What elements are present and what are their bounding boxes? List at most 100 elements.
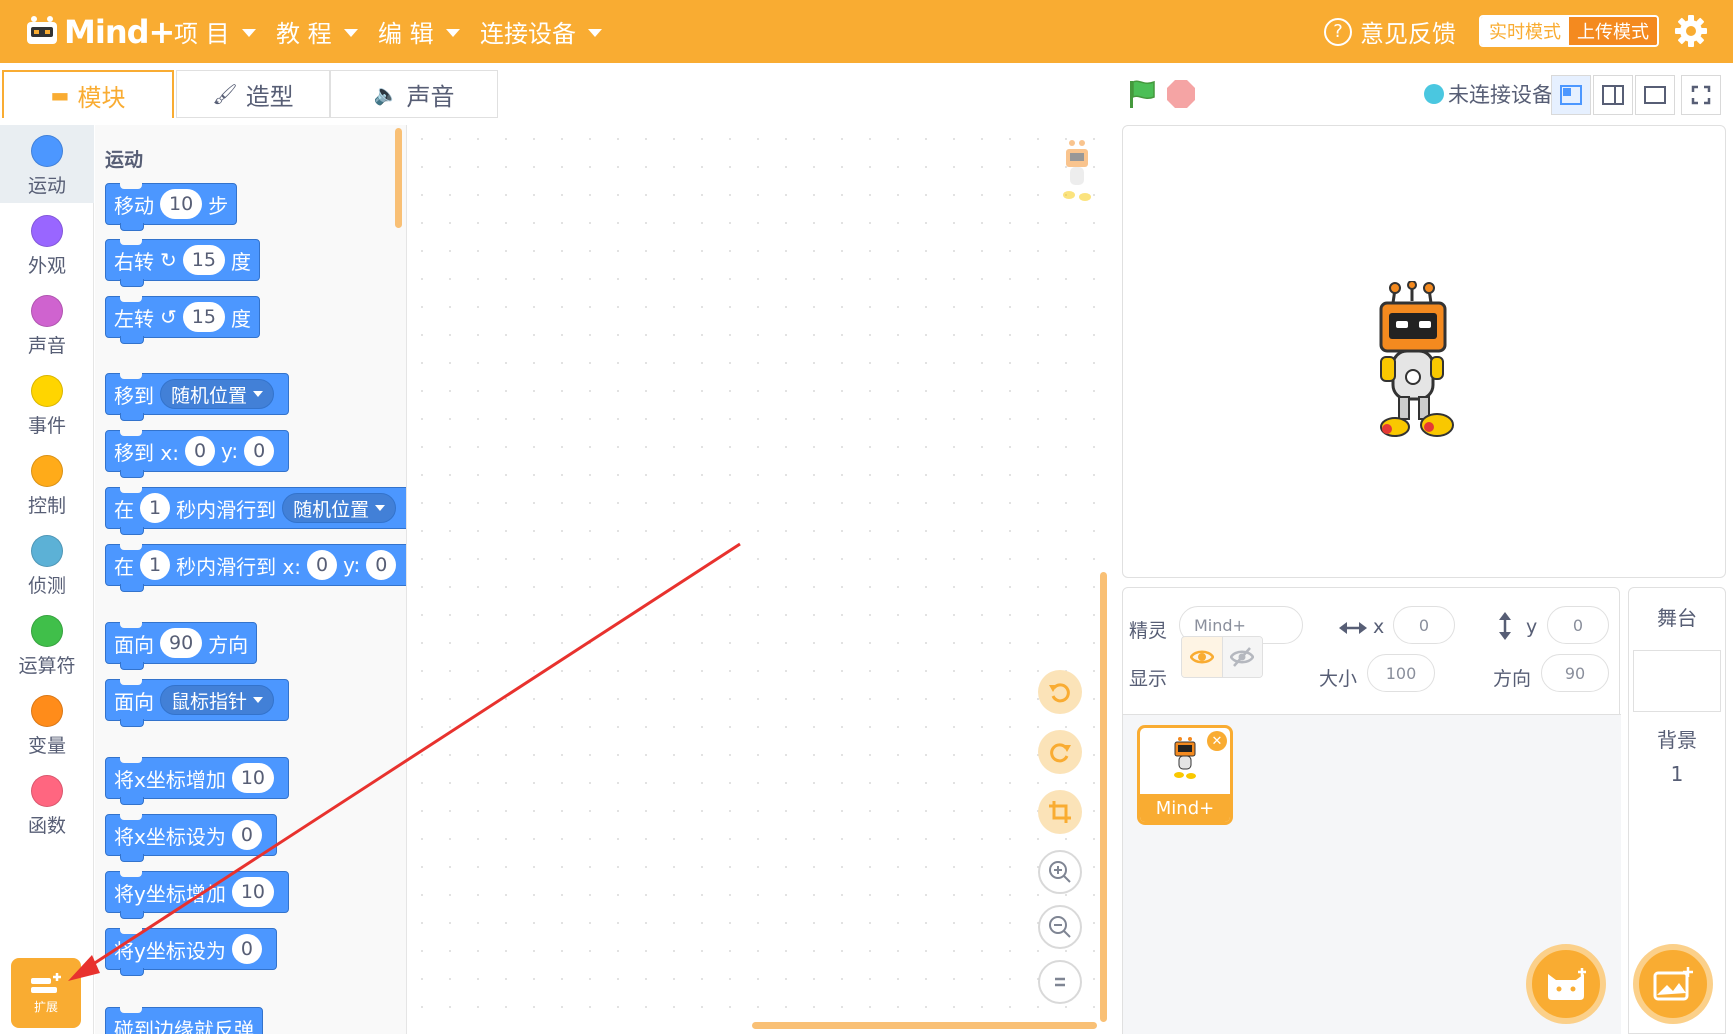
block-point-towards[interactable]: 面向 鼠标指针 (105, 679, 290, 727)
script-workspace[interactable] (408, 125, 1113, 1034)
block-glide-xy[interactable]: 在 1 秒内滑行到 x: 0 y: 0 (105, 544, 406, 592)
caret-down-icon (253, 391, 264, 397)
block-input[interactable]: 10 (231, 877, 275, 907)
block-input[interactable]: 15 (182, 245, 225, 275)
block-input[interactable]: 1 (140, 493, 171, 523)
fullscreen-button[interactable] (1681, 75, 1721, 115)
block-input[interactable]: 0 (231, 820, 262, 850)
delete-sprite-icon[interactable]: ✕ (1207, 731, 1227, 751)
realtime-mode-button[interactable]: 实时模式 (1481, 17, 1569, 45)
show-label: 显示 (1129, 668, 1168, 690)
menu-connect-device[interactable]: 连接设备 (480, 0, 602, 63)
robot-logo-icon (27, 16, 57, 44)
tab-blocks[interactable]: ▬ 模块 (2, 70, 174, 118)
sprite-thumbnail[interactable]: ✕ Mind+ (1137, 725, 1233, 825)
variables-bubble-icon (31, 695, 63, 727)
block-input[interactable]: 15 (182, 302, 225, 332)
zoom-in-button[interactable] (1038, 850, 1082, 894)
block-input[interactable]: 0 (231, 934, 262, 964)
block-input[interactable]: 1 (140, 550, 171, 580)
block-change-x[interactable]: 将x坐标增加 10 (105, 757, 290, 805)
block-bounce[interactable]: 碰到边缘就反弹 (105, 1007, 263, 1034)
upload-mode-button[interactable]: 上传模式 (1569, 17, 1657, 45)
block-point-direction[interactable]: 面向 90 方向 (105, 622, 258, 670)
block-text: 在 (114, 497, 134, 522)
stage-thumbnail[interactable] (1633, 650, 1721, 712)
category-sound[interactable]: 声音 (0, 285, 94, 363)
layout-large-stage-button[interactable] (1635, 75, 1675, 115)
clean-up-button[interactable] (1038, 790, 1082, 834)
x-input[interactable]: 0 (1393, 606, 1455, 644)
y-input[interactable]: 0 (1547, 606, 1609, 644)
block-goto[interactable]: 移到 随机位置 (105, 373, 290, 421)
block-dropdown[interactable]: 鼠标指针 (160, 685, 275, 715)
size-input[interactable]: 100 (1367, 654, 1435, 692)
category-functions[interactable]: 函数 (0, 765, 94, 843)
workspace-vertical-scrollbar[interactable] (1100, 572, 1107, 1022)
category-label: 变量 (27, 735, 66, 757)
chevron-down-icon (445, 29, 460, 37)
undo-button[interactable] (1038, 670, 1082, 714)
category-operators[interactable]: 运算符 (0, 605, 94, 683)
tab-blocks-label: 模块 (77, 83, 126, 112)
mindplus-logo[interactable]: Mind+ (24, 10, 175, 54)
block-input[interactable]: 90 (160, 628, 203, 658)
block-input[interactable]: 10 (231, 763, 275, 793)
block-input[interactable]: 10 (160, 189, 203, 219)
zoom-reset-button[interactable] (1038, 960, 1082, 1004)
looks-bubble-icon (31, 215, 63, 247)
palette-scrollbar[interactable] (395, 128, 402, 228)
block-input[interactable]: 0 (307, 550, 338, 580)
functions-bubble-icon (31, 775, 63, 807)
chevron-down-icon (588, 29, 602, 37)
block-set-x[interactable]: 将x坐标设为 0 (105, 814, 277, 862)
workspace-horizontal-scrollbar[interactable] (752, 1022, 1097, 1029)
block-text: 碰到边缘就反弹 (114, 1017, 254, 1034)
question-icon: ? (1324, 17, 1352, 46)
layout-small-stage-button[interactable] (1551, 75, 1591, 115)
block-text: 移到 x: (114, 440, 179, 465)
block-turn-right[interactable]: 右转 ↻ 15 度 (105, 239, 260, 287)
category-events[interactable]: 事件 (0, 365, 94, 443)
tab-sounds[interactable]: 🔈 声音 (330, 70, 498, 118)
hide-button[interactable] (1221, 637, 1262, 677)
block-goto-xy[interactable]: 移到 x: 0 y: 0 (105, 430, 290, 478)
block-text: 左转 (114, 306, 154, 331)
add-backdrop-button[interactable] (1633, 944, 1713, 1024)
redo-button[interactable] (1038, 730, 1082, 774)
menu-edit[interactable]: 编 辑 (378, 0, 460, 63)
block-set-y[interactable]: 将y坐标设为 0 (105, 928, 277, 976)
category-control[interactable]: 控制 (0, 445, 94, 523)
category-label: 事件 (27, 415, 66, 437)
category-motion[interactable]: 运动 (0, 125, 94, 203)
gear-icon[interactable] (1674, 14, 1708, 48)
category-variables[interactable]: 变量 (0, 685, 94, 763)
category-looks[interactable]: 外观 (0, 205, 94, 283)
block-change-y[interactable]: 将y坐标增加 10 (105, 871, 290, 919)
block-input[interactable]: 0 (184, 436, 216, 466)
block-glide-to[interactable]: 在 1 秒内滑行到 随机位置 (105, 487, 406, 535)
direction-input[interactable]: 90 (1541, 654, 1609, 692)
tab-costumes[interactable]: 🖌 造型 (176, 70, 330, 118)
chevron-down-icon (343, 29, 358, 37)
menu-project[interactable]: 项 目 (174, 0, 256, 63)
feedback-button[interactable]: ? 意见反馈 (1324, 0, 1456, 63)
show-button[interactable] (1182, 637, 1222, 677)
zoom-out-button[interactable] (1038, 905, 1082, 949)
category-sensing[interactable]: 侦测 (0, 525, 94, 603)
block-input[interactable]: 0 (244, 436, 275, 466)
robot-thumbnail-icon (1174, 737, 1196, 779)
extension-button[interactable]: 扩展 (11, 958, 81, 1028)
layout-normal-stage-button[interactable] (1593, 75, 1633, 115)
block-dropdown[interactable]: 随机位置 (282, 493, 397, 523)
green-flag-icon[interactable] (1126, 78, 1158, 110)
stop-icon[interactable] (1166, 79, 1196, 109)
stage-canvas[interactable] (1122, 125, 1726, 578)
block-input[interactable]: 0 (366, 550, 397, 580)
add-sprite-button[interactable] (1526, 944, 1606, 1024)
block-turn-left[interactable]: 左转 ↺ 15 度 (105, 296, 260, 344)
menu-tutorial[interactable]: 教 程 (276, 0, 358, 63)
block-dropdown[interactable]: 随机位置 (160, 379, 275, 409)
extension-label: 扩展 (33, 999, 58, 1014)
block-move-steps[interactable]: 移动 10 步 (105, 183, 238, 231)
